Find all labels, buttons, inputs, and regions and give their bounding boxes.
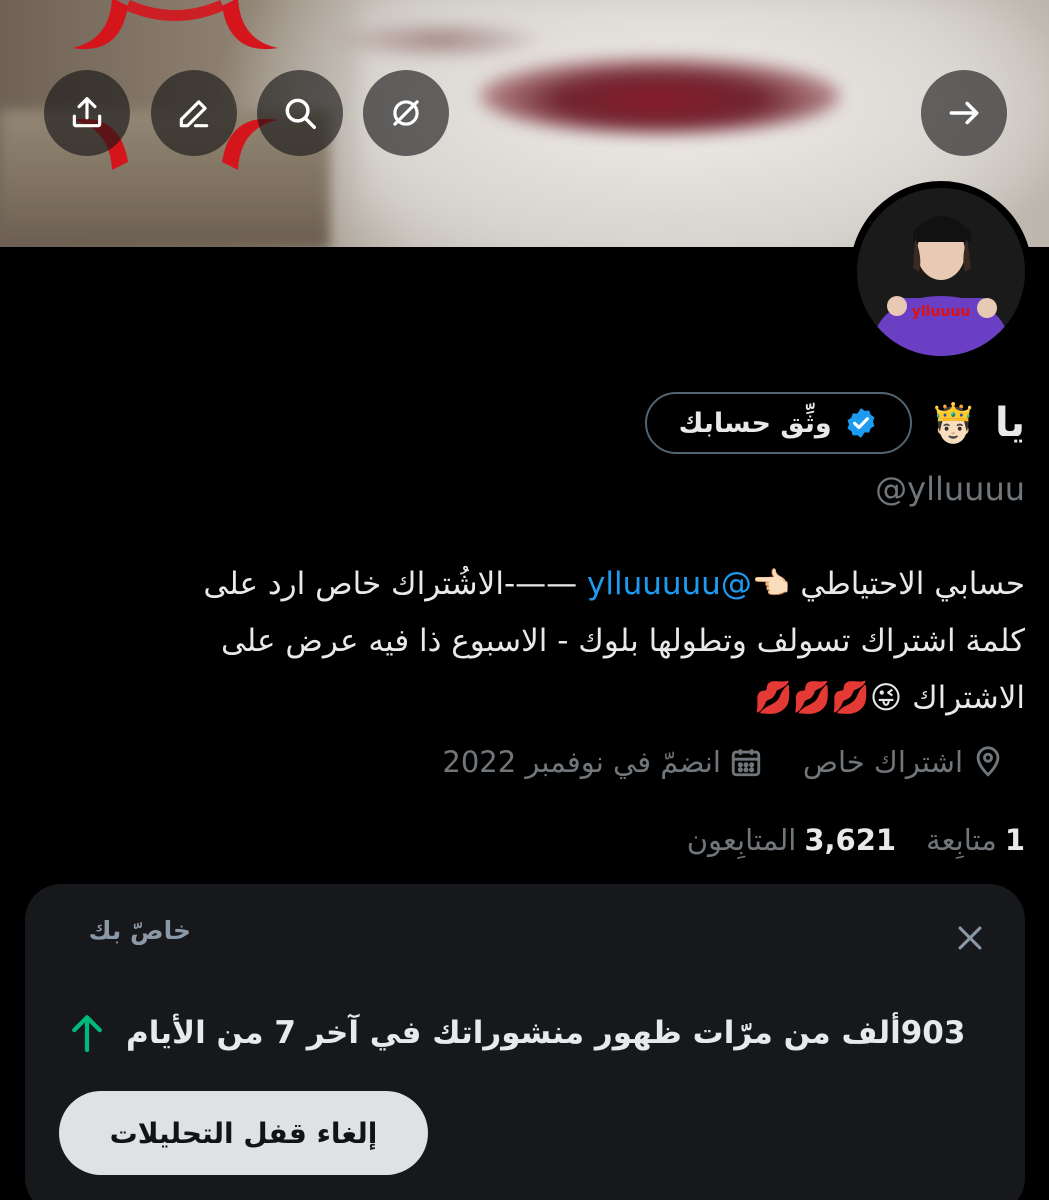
joined-item: انضمّ في نوفمبر 2022 <box>442 745 763 779</box>
close-card-button[interactable] <box>948 916 992 960</box>
profile-page: ylluuuu يا 🤴🏻 وثِّق حسابك @ylluuuu حسابي… <box>0 0 1049 1200</box>
location-pin-icon <box>976 746 1000 777</box>
edit-button[interactable] <box>151 70 237 156</box>
profile-handle: @ylluuuu <box>875 470 1025 508</box>
edit-icon <box>179 100 209 128</box>
avatar-photo: ylluuuu <box>857 188 1025 356</box>
trend-up-arrow-icon <box>72 1015 102 1053</box>
search-button[interactable] <box>257 70 343 156</box>
unlock-analytics-button[interactable]: إلغاء قفل التحليلات <box>59 1091 428 1175</box>
profile-bio: حسابي الاحتياطي 👈🏻@ylluuuuu ——-الاشُتراك… <box>65 556 1025 727</box>
analytics-card-label: خاصّ بك <box>88 916 191 945</box>
eye-off-icon <box>393 100 419 126</box>
impressions-row: 903ألف من مرّات ظهور منشوراتك في آخر 7 م… <box>70 1010 965 1056</box>
arrow-right-icon <box>949 101 979 125</box>
bio-line1-prefix: حسابي الاحتياطي <box>800 566 1025 602</box>
following-label: متابِعة <box>926 823 997 857</box>
hide-button[interactable] <box>363 70 449 156</box>
following-stat[interactable]: 1 متابِعة <box>926 823 1025 857</box>
bio-line2: كلمة اشتراك تسولف وتطولها بلوك - الاسبوع… <box>220 623 1025 659</box>
following-count: 1 <box>1004 823 1025 857</box>
impressions-text: 903ألف من مرّات ظهور منشوراتك في آخر 7 م… <box>126 1015 966 1051</box>
calendar-icon <box>731 749 761 777</box>
bio-mention-link[interactable]: @ylluuuuu <box>587 566 752 602</box>
back-button[interactable] <box>921 70 1007 156</box>
verified-badge-icon <box>847 408 875 438</box>
share-button[interactable] <box>44 70 130 156</box>
location-item: اشتراك خاص <box>803 745 1005 779</box>
profile-avatar[interactable]: ylluuuu <box>850 181 1032 363</box>
display-name: يا <box>994 400 1025 446</box>
followers-count: 3,621 <box>804 823 897 857</box>
joined-text: انضمّ في نوفمبر 2022 <box>442 745 721 779</box>
followers-stat[interactable]: 3,621 المتابِعون <box>687 823 896 857</box>
verify-account-button[interactable]: وثِّق حسابك <box>644 392 912 454</box>
close-icon <box>958 926 982 950</box>
crown-emoji: 🤴🏻 <box>929 400 977 445</box>
svg-text:ylluuuu: ylluuuu <box>912 304 971 320</box>
profile-name-row: يا 🤴🏻 وثِّق حسابك <box>644 392 1025 454</box>
location-text: اشتراك خاص <box>802 745 963 779</box>
verify-button-label: وثِّق حسابك <box>678 407 832 439</box>
followers-label: المتابِعون <box>686 823 797 857</box>
search-icon <box>285 98 316 129</box>
profile-stats: 1 متابِعة 3,621 المتابِعون <box>687 818 1025 862</box>
share-icon <box>72 97 102 128</box>
bio-line1-suffix: ——-الاشُتراك خاص ارد على <box>203 566 578 602</box>
bio-line3: الاشتراك 😜💋💋💋 <box>754 680 1025 716</box>
pointing-emoji: 👈🏻 <box>751 566 791 602</box>
profile-meta: اشتراك خاص انضمّ في نوفمبر 2022 <box>442 742 1005 782</box>
